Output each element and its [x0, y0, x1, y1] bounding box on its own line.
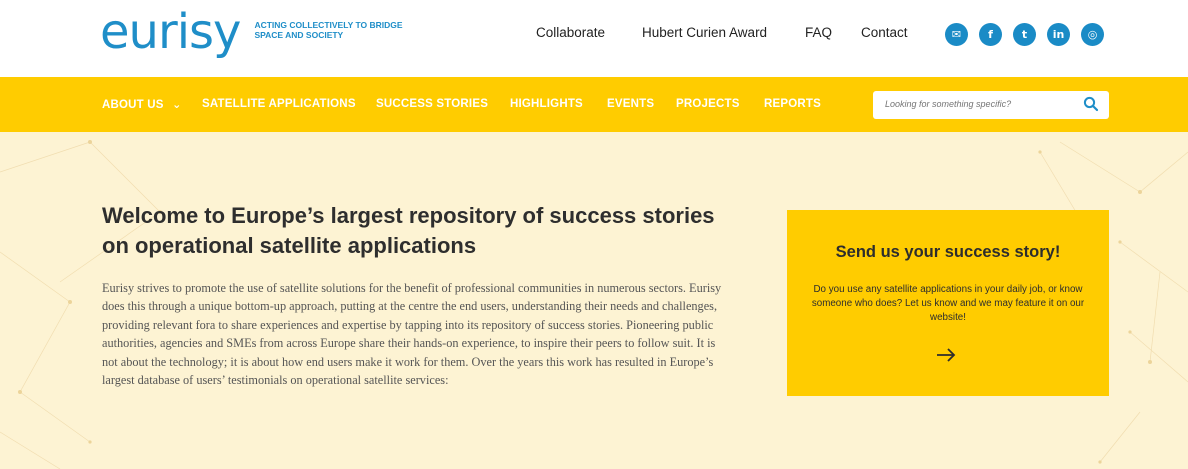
linkedin-icon[interactable]: in [1047, 23, 1070, 46]
search-input[interactable] [883, 98, 1077, 110]
chevron-down-icon: ⌄ [172, 98, 182, 111]
arrow-right-icon[interactable] [935, 347, 957, 368]
social-links: ✉ f t in ◎ [945, 23, 1104, 46]
logo-wordmark: eurisy [100, 4, 241, 60]
main-nav-projects[interactable]: PROJECTS [676, 98, 740, 110]
top-nav-collaborate[interactable]: Collaborate [536, 25, 605, 40]
hero-description: Eurisy strives to promote the use of sat… [102, 281, 722, 388]
email-icon[interactable]: ✉ [945, 23, 968, 46]
cta-text: Do you use any satellite applications in… [811, 284, 1085, 323]
eurisy-logo[interactable]: eurisy ACTING COLLECTIVELY TO BRIDGE SPA… [100, 4, 424, 60]
site-header: eurisy ACTING COLLECTIVELY TO BRIDGE SPA… [0, 0, 1188, 77]
top-nav-hubert-curien-award[interactable]: Hubert Curien Award [642, 25, 767, 40]
logo-tagline: ACTING COLLECTIVELY TO BRIDGE SPACE AND … [254, 20, 403, 40]
main-nav-reports[interactable]: REPORTS [764, 98, 821, 110]
main-nav-highlights[interactable]: HIGHLIGHTS [510, 98, 583, 110]
instagram-icon[interactable]: ◎ [1081, 23, 1104, 46]
search-icon[interactable] [1083, 96, 1099, 117]
top-nav-faq[interactable]: FAQ [805, 25, 832, 40]
main-nav-about-us[interactable]: ABOUT US ⌄ [102, 98, 181, 111]
cta-title: Send us your success story! [835, 243, 1061, 261]
main-nav-about-us-label: ABOUT US [102, 99, 164, 111]
success-story-cta-card[interactable]: Send us your success story! Do you use a… [787, 210, 1109, 396]
twitter-icon[interactable]: t [1013, 23, 1036, 46]
top-nav-contact[interactable]: Contact [861, 25, 908, 40]
search-box [873, 91, 1109, 119]
main-nav-satellite-applications[interactable]: SATELLITE APPLICATIONS [202, 98, 356, 110]
main-nav-events[interactable]: EVENTS [607, 98, 654, 110]
hero-title: Welcome to Europe’s largest repository o… [102, 203, 715, 258]
main-nav-success-stories[interactable]: SUCCESS STORIES [376, 98, 488, 110]
facebook-icon[interactable]: f [979, 23, 1002, 46]
